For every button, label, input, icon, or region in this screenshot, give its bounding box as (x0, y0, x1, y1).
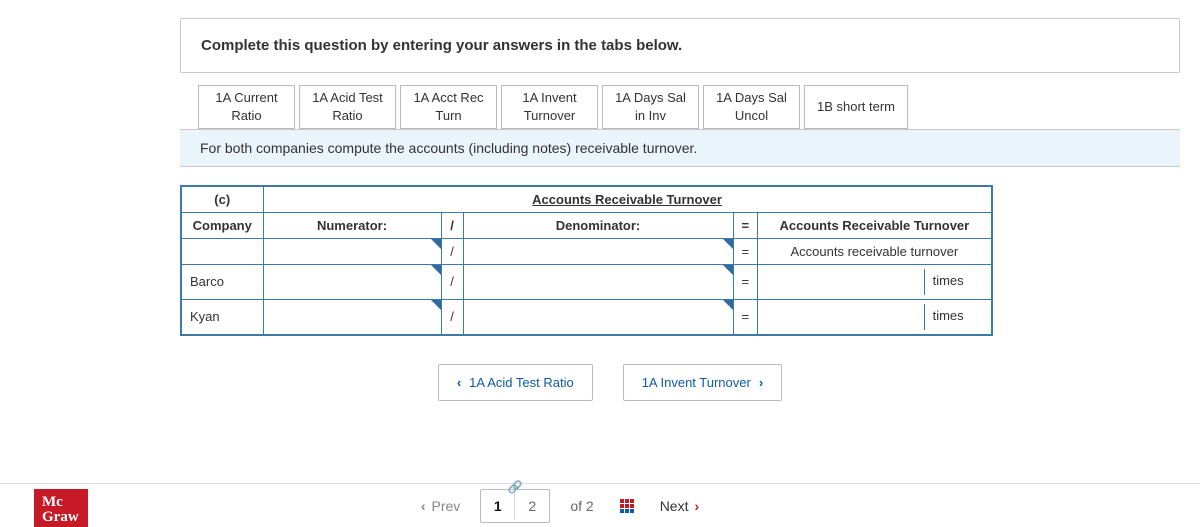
table-row: / = Accounts receivable turnover (181, 238, 992, 264)
footer-next-button[interactable]: Next › (652, 492, 707, 520)
tab-1a-acct-rec-turn[interactable]: 1A Acct Rec Turn (400, 85, 497, 129)
cell-denominator-input[interactable] (463, 264, 733, 299)
chevron-right-icon: › (759, 375, 763, 390)
cell-numerator-input[interactable] (263, 264, 441, 299)
next-tab-button[interactable]: 1A Invent Turnover › (623, 364, 782, 401)
tab-1b-short-term[interactable]: 1B short term (804, 85, 908, 129)
page-indicator: 🔗 1 2 (480, 489, 550, 523)
tab-nav-buttons: ‹ 1A Acid Test Ratio 1A Invent Turnover … (180, 364, 1180, 401)
logo-line2: Graw (42, 510, 80, 525)
cell-result-split: times (758, 299, 992, 335)
header-company: Company (181, 212, 263, 238)
header-merged-title: Accounts Receivable Turnover (263, 186, 992, 212)
cell-result-value-input[interactable] (766, 304, 925, 330)
tab-1a-invent-turnover[interactable]: 1A Invent Turnover (501, 85, 598, 129)
header-numerator: Numerator: (263, 212, 441, 238)
prev-tab-label: 1A Acid Test Ratio (469, 375, 574, 390)
cell-company[interactable] (181, 238, 263, 264)
header-slash: / (441, 212, 463, 238)
cell-slash: / (441, 299, 463, 335)
mcgraw-logo: Mc Graw (34, 489, 88, 527)
tab-1a-acid-test-ratio[interactable]: 1A Acid Test Ratio (299, 85, 396, 129)
logo-line1: Mc (42, 495, 80, 510)
instruction-text: Complete this question by entering your … (180, 18, 1180, 73)
page-other-button[interactable]: 2 (515, 492, 549, 520)
tab-1a-days-sal-uncol[interactable]: 1A Days Sal Uncol (703, 85, 800, 129)
header-result: Accounts Receivable Turnover (758, 212, 992, 238)
cell-result-unit: times (925, 304, 983, 330)
question-prompt: For both companies compute the accounts … (180, 129, 1180, 167)
cell-numerator-input[interactable] (263, 238, 441, 264)
cell-denominator-input[interactable] (463, 238, 733, 264)
cell-company-kyan: Kyan (181, 299, 263, 335)
header-equals: = (733, 212, 758, 238)
cell-result-unit: times (925, 269, 983, 295)
tab-1a-current-ratio[interactable]: 1A Current Ratio (198, 85, 295, 129)
table-row: Kyan / = times (181, 299, 992, 335)
cell-company-barco: Barco (181, 264, 263, 299)
footer-prev-button[interactable]: ‹ Prev (413, 492, 468, 520)
cell-slash: / (441, 264, 463, 299)
grid-view-icon[interactable] (614, 499, 640, 513)
table-row: Barco / = times (181, 264, 992, 299)
cell-numerator-input[interactable] (263, 299, 441, 335)
cell-equals: = (733, 238, 758, 264)
of-label: of (570, 498, 582, 514)
tabs-container: 1A Current Ratio 1A Acid Test Ratio 1A A… (198, 85, 1180, 129)
chevron-left-icon: ‹ (421, 498, 426, 514)
cell-result-value-input[interactable] (766, 269, 925, 295)
chevron-right-icon: › (694, 498, 699, 514)
link-icon: 🔗 (508, 480, 523, 494)
footer-prev-label: Prev (432, 498, 461, 514)
page-current-button[interactable]: 1 (481, 492, 515, 520)
cell-slash: / (441, 238, 463, 264)
tab-1a-days-sal-in-inv[interactable]: 1A Days Sal in Inv (602, 85, 699, 129)
cell-result-generic: Accounts receivable turnover (758, 238, 992, 264)
cell-result-split: times (758, 264, 992, 299)
cell-denominator-input[interactable] (463, 299, 733, 335)
chevron-left-icon: ‹ (457, 375, 461, 390)
footer-bar: Mc Graw ‹ Prev 🔗 1 2 of 2 Next › (0, 483, 1200, 527)
header-denominator: Denominator: (463, 212, 733, 238)
cell-equals: = (733, 264, 758, 299)
footer-next-label: Next (660, 498, 689, 514)
answer-table: (c) Accounts Receivable Turnover Company… (180, 185, 993, 336)
header-part-c: (c) (181, 186, 263, 212)
cell-equals: = (733, 299, 758, 335)
page-of-text: of 2 (562, 498, 601, 514)
next-tab-label: 1A Invent Turnover (642, 375, 751, 390)
total-pages: 2 (586, 498, 594, 514)
prev-tab-button[interactable]: ‹ 1A Acid Test Ratio (438, 364, 593, 401)
